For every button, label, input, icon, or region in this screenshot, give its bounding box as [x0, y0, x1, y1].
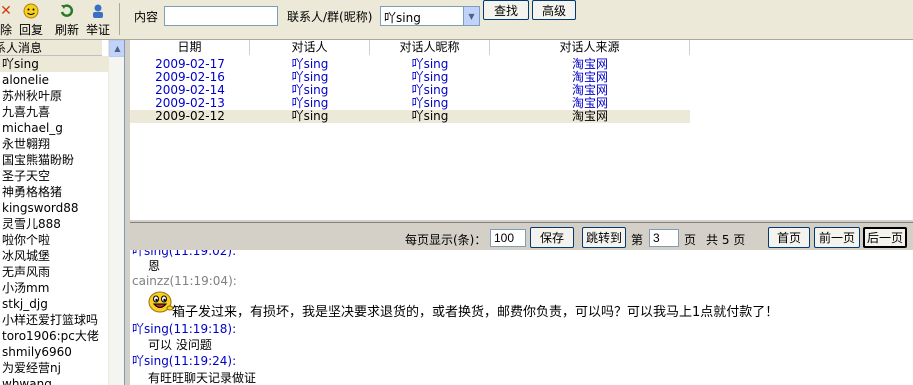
save-button[interactable]: 保存	[530, 227, 574, 248]
refresh-icon	[59, 3, 75, 19]
refresh-button[interactable]: 刷新	[54, 0, 80, 38]
per-page-input[interactable]	[490, 229, 526, 247]
chevron-down-icon[interactable]: ▼	[463, 7, 479, 25]
contact-item[interactable]: 吖sing	[0, 56, 108, 72]
contact-item[interactable]: michael_g	[0, 120, 108, 136]
chat-sender: 吖sing(11:19:24):	[132, 354, 237, 368]
contact-item[interactable]: kingsword88	[0, 200, 108, 216]
page-number-input[interactable]	[649, 229, 679, 247]
contact-item[interactable]: 小样还爱打篮球吗	[0, 312, 108, 328]
column-header-nickname[interactable]: 对话人昵称	[370, 40, 490, 55]
content-label: 内容	[134, 10, 159, 24]
contact-item[interactable]: 永世翱翔	[0, 136, 108, 152]
contact-item[interactable]: 小汤mm	[0, 280, 108, 296]
table-cell: 淘宝网	[571, 109, 608, 123]
delete-icon: ✕	[0, 3, 12, 19]
table-cell: 2009-02-12	[155, 109, 225, 123]
reply-label: 回复	[18, 23, 43, 37]
per-page-label: 每页显示(条)：	[405, 233, 487, 247]
column-header-contact[interactable]: 对话人	[250, 40, 370, 55]
chat-log: 吖sing(11:19:02): 恩 cainzz(11:19:04): 箱子发…	[130, 250, 913, 385]
contact-item[interactable]: 无声风雨	[0, 264, 108, 280]
contact-list-scrollbar[interactable]: ▲	[108, 40, 124, 385]
conversation-grid: 日期 对话人 对话人昵称 对话人来源 2009-02-17 吖sing 吖sing 淘…	[130, 40, 913, 220]
pager-bar: 每页显示(条)： 保存 跳转到 第 页 共 5 页 首页 前一页 后一页	[130, 222, 913, 250]
page-total: 共 5 页	[706, 233, 746, 247]
delete-button[interactable]: ✕ 除	[0, 0, 14, 38]
grin-emoticon-icon	[148, 290, 174, 317]
column-header-source[interactable]: 对话人来源	[490, 40, 690, 55]
table-row[interactable]: 2009-02-12 吖sing 吖sing 淘宝网	[130, 110, 690, 123]
contact-item[interactable]: 九喜九喜	[0, 104, 108, 120]
contact-item[interactable]: toro1906:pc大佬	[0, 328, 108, 344]
contact-list: 系人消息 吖singalonelie苏州秋叶原九喜九喜michael_g永世翱翔…	[0, 40, 125, 385]
page-suffix: 页	[684, 233, 697, 247]
toolbar-separator	[119, 3, 120, 35]
contact-item[interactable]: 冰风城堡	[0, 248, 108, 264]
contact-item[interactable]: stkj_djg	[0, 296, 108, 312]
contact-item[interactable]: whwang	[0, 376, 108, 385]
contact-item[interactable]: shmily6960	[0, 344, 108, 360]
advanced-button[interactable]: 高级	[532, 0, 576, 20]
contact-item[interactable]: 国宝熊猫盼盼	[0, 152, 108, 168]
toolbar: ✕ 除 回复 刷新 举证 内容 联系人/群(昵称) 吖sing ▼ 查找 高级	[0, 0, 913, 40]
chat-message: 有旺旺聊天记录做证	[148, 371, 257, 385]
contact-item[interactable]: 灵雪儿888	[0, 216, 108, 232]
contact-item[interactable]: 圣子天空	[0, 168, 108, 184]
scroll-up-icon[interactable]: ▲	[109, 40, 124, 57]
contact-items: 吖sing alonelie 苏州秋叶原 九喜九喜 michael_g 永世翱翔 国宝熊猫盼…	[0, 56, 124, 385]
contact-list-header: 系人消息	[0, 40, 102, 56]
reply-icon	[23, 3, 39, 19]
page-prefix: 第	[631, 233, 644, 247]
evidence-icon	[90, 3, 106, 19]
search-button[interactable]: 查找	[483, 0, 529, 20]
contact-label: 联系人/群(昵称)	[287, 10, 373, 24]
table-cell: 吖sing	[291, 109, 329, 123]
chat-sender: cainzz(11:19:04):	[132, 274, 237, 288]
prev-page-button[interactable]: 前一页	[814, 227, 860, 248]
contact-item[interactable]: alonelie	[0, 72, 108, 88]
delete-label: 除	[0, 23, 12, 37]
next-page-button[interactable]: 后一页	[863, 227, 907, 248]
table-cell: 吖sing	[411, 109, 449, 123]
refresh-label: 刷新	[54, 23, 79, 37]
contact-select-value: 吖sing	[384, 11, 421, 25]
evidence-button[interactable]: 举证	[85, 0, 111, 38]
reply-button[interactable]: 回复	[18, 0, 44, 38]
content-input[interactable]	[164, 6, 278, 26]
chat-message: 可以 没问题	[148, 338, 212, 352]
chat-sender: 吖sing(11:19:18):	[132, 322, 237, 336]
first-page-button[interactable]: 首页	[768, 227, 810, 248]
evidence-label: 举证	[85, 23, 110, 37]
contact-item[interactable]: 啦你个啦	[0, 232, 108, 248]
chat-message: 恩	[148, 259, 161, 273]
column-header-date[interactable]: 日期	[130, 40, 250, 55]
chat-message: 箱子发过来，有损坏，我是坚决要求退货的，或者换货，邮费你负责，可以吗？可以我马上…	[172, 305, 779, 320]
contact-item[interactable]: 为爱经营nj	[0, 360, 108, 376]
contact-select[interactable]: 吖sing ▼	[380, 6, 480, 26]
goto-button[interactable]: 跳转到	[582, 227, 626, 248]
contact-item[interactable]: 苏州秋叶原	[0, 88, 108, 104]
contact-item[interactable]: 神勇格格猪	[0, 184, 108, 200]
